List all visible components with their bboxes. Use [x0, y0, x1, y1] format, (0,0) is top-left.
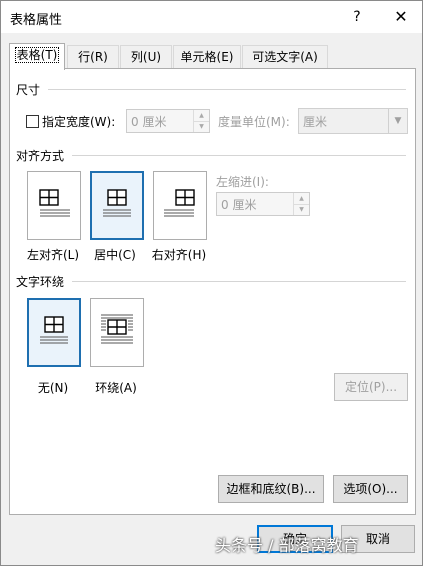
position-button[interactable]: 定位(P)...: [334, 373, 408, 401]
indent-spinner[interactable]: 0 厘米 ▲ ▼: [216, 192, 310, 216]
wrap-around-label: 环绕(A): [95, 381, 137, 395]
size-separator: [48, 89, 406, 90]
help-button[interactable]: ?: [347, 7, 367, 27]
align-left-label: 左对齐(L): [26, 248, 80, 262]
table-center-align-icon: [103, 189, 131, 217]
align-right-option[interactable]: [153, 171, 207, 240]
unit-value: 厘米: [303, 115, 328, 129]
indent-label: 左缩进(I):: [216, 175, 269, 189]
spinner-down-icon[interactable]: ▼: [194, 121, 209, 132]
align-left-option[interactable]: [27, 171, 81, 240]
width-value: 0 厘米: [131, 115, 167, 129]
wrap-none-label: 无(N): [37, 381, 69, 395]
table-left-align-icon: [39, 189, 70, 217]
table-properties-dialog: 表格属性 ? ✕ 表格(T) 行(R) 列(U) 单元格(E) 可选文字(A) …: [0, 0, 423, 566]
wrap-around-icon: [101, 314, 133, 344]
unit-label: 度量单位(M):: [218, 115, 290, 129]
dialog-title: 表格属性: [10, 13, 63, 28]
indent-value: 0 厘米: [221, 198, 257, 212]
tab-table[interactable]: 表格(T): [9, 43, 65, 70]
size-heading: 尺寸: [16, 83, 41, 97]
wrap-none-icon: [40, 316, 68, 344]
wrap-none-option[interactable]: [27, 298, 81, 367]
close-button[interactable]: ✕: [391, 7, 411, 27]
chevron-down-icon: ▼: [388, 109, 407, 133]
specify-width-label: 指定宽度(W):: [42, 115, 116, 129]
alignment-heading: 对齐方式: [16, 149, 65, 163]
wrapping-heading: 文字环绕: [16, 275, 65, 289]
tab-cell[interactable]: 单元格(E): [173, 45, 241, 68]
spinner-down-icon[interactable]: ▼: [294, 204, 309, 215]
align-center-label: 居中(C): [94, 248, 136, 262]
unit-select[interactable]: 厘米 ▼: [298, 108, 408, 134]
align-right-label: 右对齐(H): [151, 248, 207, 262]
tab-panel-table: 尺寸 指定宽度(W): 0 厘米 ▲ ▼ 度量单位(M): 厘米 ▼ 对齐方式: [9, 68, 416, 515]
tab-alt-text[interactable]: 可选文字(A): [242, 45, 328, 68]
alignment-separator: [72, 155, 406, 156]
title-bar: 表格属性 ? ✕: [1, 1, 422, 33]
options-button[interactable]: 选项(O)...: [333, 475, 408, 503]
tab-row[interactable]: 行(R): [67, 45, 119, 68]
watermark-text: 头条号 / 部落窝教育: [215, 536, 359, 555]
table-right-align-icon: [164, 189, 195, 217]
wrap-around-option[interactable]: [90, 298, 144, 367]
specify-width-checkbox[interactable]: [26, 115, 39, 128]
borders-shading-button[interactable]: 边框和底纹(B)...: [218, 475, 324, 503]
wrapping-separator: [72, 281, 406, 282]
tab-column[interactable]: 列(U): [120, 45, 172, 68]
width-spinner[interactable]: 0 厘米 ▲ ▼: [126, 109, 210, 133]
align-center-option[interactable]: [90, 171, 144, 240]
